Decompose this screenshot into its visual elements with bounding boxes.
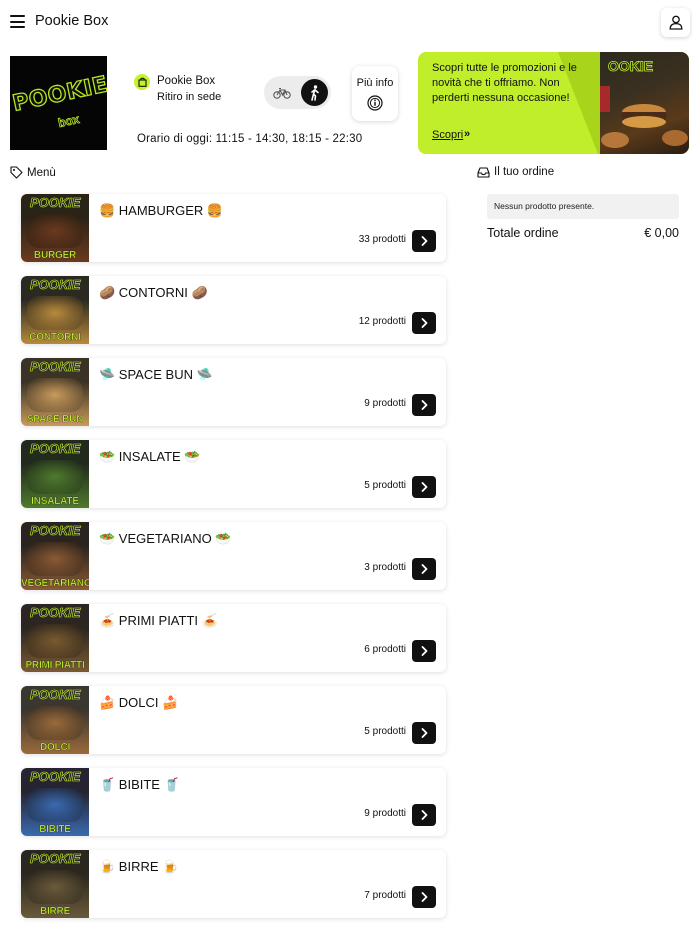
category-name: 🥗 VEGETARIANO 🥗 (99, 531, 232, 546)
menu-category-card[interactable]: POOKIE SPACE BUN 🛸 SPACE BUN 🛸 9 prodotti (21, 358, 446, 426)
menu-category-card[interactable]: POOKIE CONTORNI 🥔 CONTORNI 🥔 12 prodotti (21, 276, 446, 344)
menu-category-card[interactable]: POOKIE PRIMI PIATTI 🍝 PRIMI PIATTI 🍝 6 prod… (21, 604, 446, 672)
category-image-label: CONTORNI (29, 332, 81, 343)
category-name: 🍰 DOLCI 🍰 (99, 695, 179, 710)
category-product-count: 3 prodotti (364, 562, 406, 573)
order-section-header: Il tuo ordine (477, 166, 554, 178)
category-image: POOKIE CONTORNI (21, 276, 89, 344)
category-image-label: DOLCI (39, 742, 71, 753)
category-product-count: 33 prodotti (358, 234, 406, 245)
bicycle-icon (273, 87, 291, 99)
category-name: 🍝 PRIMI PIATTI 🍝 (99, 613, 218, 628)
category-product-count: 5 prodotti (364, 480, 406, 491)
chevron-right-icon (421, 810, 427, 820)
menu-category-card[interactable]: POOKIE BIBITE 🥤 BIBITE 🥤 9 prodotti (21, 768, 446, 836)
open-category-button[interactable] (412, 722, 436, 744)
order-empty-text: Nessun prodotto presente. (494, 201, 595, 211)
chevron-right-icon (421, 564, 427, 574)
category-name: 🥤 BIBITE 🥤 (99, 777, 180, 792)
store-name: Pookie Box (157, 75, 216, 87)
open-category-button[interactable] (412, 558, 436, 580)
category-image-label: INSALATE (31, 496, 79, 507)
open-category-button[interactable] (412, 886, 436, 908)
open-category-button[interactable] (412, 230, 436, 252)
order-total-label: Totale ordine (487, 226, 559, 240)
walking-person-icon (310, 84, 319, 101)
menu-category-card[interactable]: POOKIE VEGETARIANO 🥗 VEGETARIANO 🥗 3 prodot… (21, 522, 446, 590)
service-mode-label: Ritiro in sede (157, 91, 222, 103)
category-product-count: 7 prodotti (364, 890, 406, 901)
category-image: POOKIE BIRRE (21, 850, 89, 918)
category-image-label: BIBITE (39, 824, 71, 835)
service-mode-toggle[interactable] (264, 76, 331, 109)
promo-link[interactable]: Scopri (432, 129, 463, 141)
order-empty-state: Nessun prodotto presente. (487, 194, 679, 219)
category-name: 🥔 CONTORNI 🥔 (99, 285, 208, 300)
pickup-option[interactable] (301, 79, 328, 106)
category-image-label: PRIMI PIATTI (25, 660, 85, 671)
chevron-right-icon (421, 892, 427, 902)
category-image-label: BURGER (33, 250, 77, 261)
top-bar: Pookie Box (0, 0, 700, 44)
chevron-right-icon (421, 318, 427, 328)
tag-icon (10, 166, 23, 179)
category-name: 🥗 INSALATE 🥗 (99, 449, 201, 464)
category-image: POOKIE BURGER (21, 194, 89, 262)
opening-hours: Orario di oggi: 11:15 - 14:30, 18:15 - 2… (137, 133, 363, 145)
open-category-button[interactable] (412, 394, 436, 416)
category-image: POOKIE PRIMI PIATTI (21, 604, 89, 672)
category-name: 🍔 HAMBURGER 🍔 (99, 203, 224, 218)
category-name: 🛸 SPACE BUN 🛸 (99, 367, 213, 382)
category-product-count: 9 prodotti (364, 398, 406, 409)
store-logo: POOKIE box (10, 56, 107, 150)
shopping-bag-icon (134, 74, 150, 90)
chevron-right-icon (421, 482, 427, 492)
category-product-count: 5 prodotti (364, 726, 406, 737)
menu-section-header: Menù (10, 166, 56, 179)
order-total-value: € 0,00 (644, 226, 679, 240)
open-category-button[interactable] (412, 312, 436, 334)
category-image-label: BIRRE (39, 906, 71, 917)
category-image-label: VEGETARIANO (21, 578, 89, 589)
order-section-title: Il tuo ordine (494, 166, 555, 178)
inbox-tray-icon (477, 166, 490, 178)
promo-banner[interactable]: OOKIE Scopri tutte le promozioni e le no… (418, 52, 689, 154)
open-category-button[interactable] (412, 640, 436, 662)
open-category-button[interactable] (412, 476, 436, 498)
menu-category-card[interactable]: POOKIE DOLCI 🍰 DOLCI 🍰 5 prodotti (21, 686, 446, 754)
promo-text: Scopri tutte le promozioni e le novità c… (432, 62, 577, 104)
hamburger-menu-icon[interactable] (10, 15, 25, 28)
category-product-count: 9 prodotti (364, 808, 406, 819)
category-image: POOKIE BIBITE (21, 768, 89, 836)
app-title: Pookie Box (35, 13, 109, 29)
menu-category-card[interactable]: POOKIE BIRRE 🍺 BIRRE 🍺 7 prodotti (21, 850, 446, 918)
more-info-button[interactable]: Più info (352, 66, 398, 121)
double-chevron-right-icon: » (464, 128, 471, 140)
category-name: 🍺 BIRRE 🍺 (99, 859, 179, 874)
category-product-count: 12 prodotti (358, 316, 406, 327)
category-image: POOKIE SPACE BUN (21, 358, 89, 426)
category-image-label: SPACE BUN (26, 414, 84, 425)
account-button[interactable] (661, 8, 690, 37)
menu-category-card[interactable]: POOKIE BURGER 🍔 HAMBURGER 🍔 33 prodotti (21, 194, 446, 262)
menu-section-title: Menù (27, 166, 56, 179)
delivery-option[interactable] (269, 80, 295, 106)
chevron-right-icon (421, 236, 427, 246)
user-icon (669, 15, 682, 30)
category-image: POOKIE INSALATE (21, 440, 89, 508)
category-product-count: 6 prodotti (364, 644, 406, 655)
promo-image: OOKIE (600, 52, 689, 154)
chevron-right-icon (421, 646, 427, 656)
chevron-right-icon (421, 728, 427, 738)
open-category-button[interactable] (412, 804, 436, 826)
category-image: POOKIE DOLCI (21, 686, 89, 754)
chevron-right-icon (421, 400, 427, 410)
category-image: POOKIE VEGETARIANO (21, 522, 89, 590)
menu-category-card[interactable]: POOKIE INSALATE 🥗 INSALATE 🥗 5 prodotti (21, 440, 446, 508)
info-icon (367, 95, 383, 111)
